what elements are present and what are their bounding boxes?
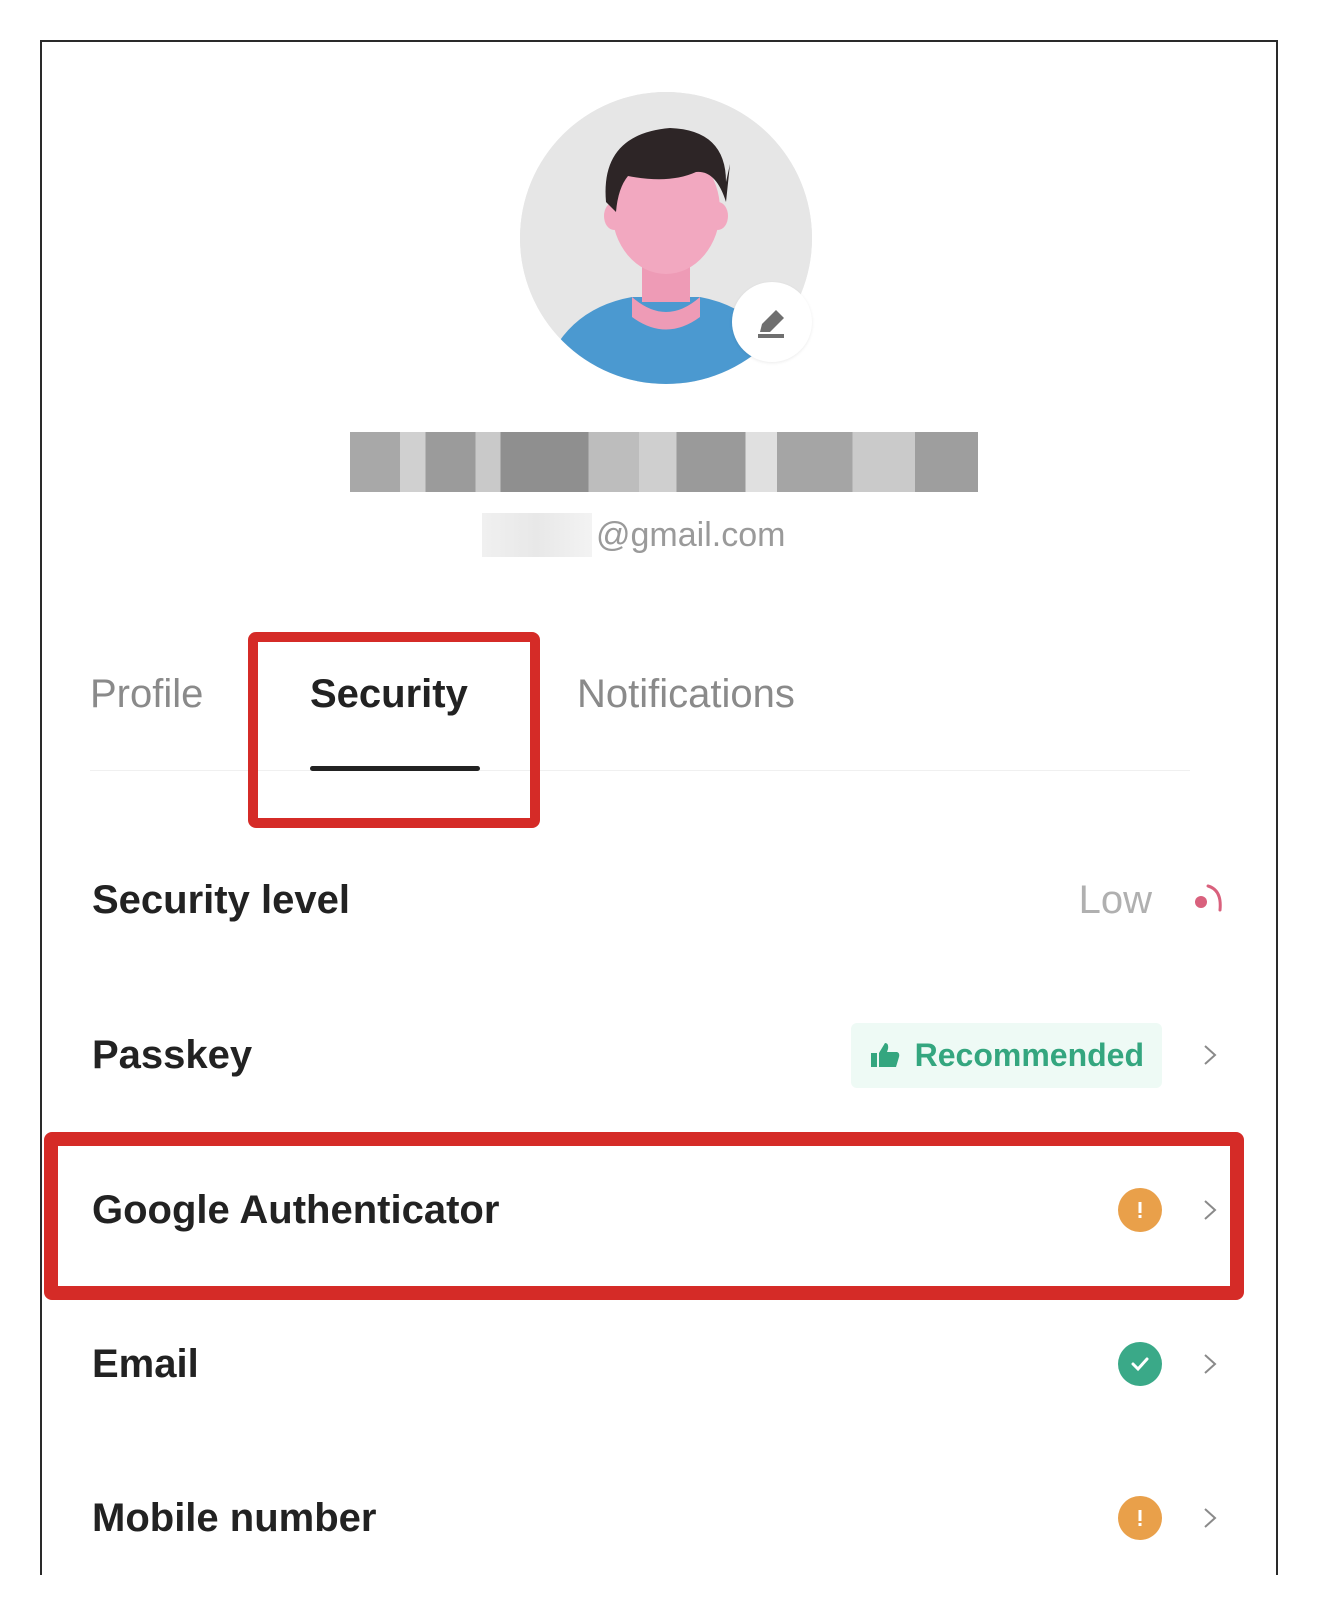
user-email: @gmail.com (482, 508, 785, 562)
chevron-right-icon (1198, 1352, 1222, 1376)
highlight-box-security-tab (248, 632, 540, 828)
redacted-username (350, 432, 978, 492)
passkey-row[interactable]: Passkey Recommended (42, 995, 1276, 1115)
email-label: Email (92, 1341, 199, 1386)
account-panel: @gmail.com Profile Security Notification… (40, 40, 1278, 1575)
security-level-value: Low (1078, 877, 1152, 922)
edit-avatar-button[interactable] (732, 282, 812, 362)
thumbs-up-icon (870, 1043, 899, 1067)
security-level-row: Security level Low (42, 840, 1276, 960)
chevron-right-icon (1198, 1506, 1222, 1530)
security-gauge-icon (1195, 884, 1222, 912)
mobile-number-row[interactable]: Mobile number (42, 1458, 1276, 1575)
tab-notifications[interactable]: Notifications (577, 672, 795, 717)
passkey-label: Passkey (92, 1032, 253, 1077)
pencil-icon (758, 310, 784, 338)
tab-profile[interactable]: Profile (90, 672, 203, 717)
check-icon (1118, 1342, 1162, 1386)
chevron-right-icon (1198, 1043, 1222, 1067)
email-row[interactable]: Email (42, 1304, 1276, 1424)
security-level-label: Security level (92, 877, 350, 922)
recommended-badge-text: Recommended (914, 1036, 1144, 1073)
highlight-box-google-authenticator (44, 1132, 1244, 1300)
warning-icon (1118, 1496, 1162, 1540)
recommended-badge: Recommended (850, 1022, 1162, 1088)
mobile-number-label: Mobile number (92, 1495, 377, 1540)
email-suffix: @gmail.com (596, 515, 786, 554)
redacted-email-prefix (482, 513, 592, 557)
